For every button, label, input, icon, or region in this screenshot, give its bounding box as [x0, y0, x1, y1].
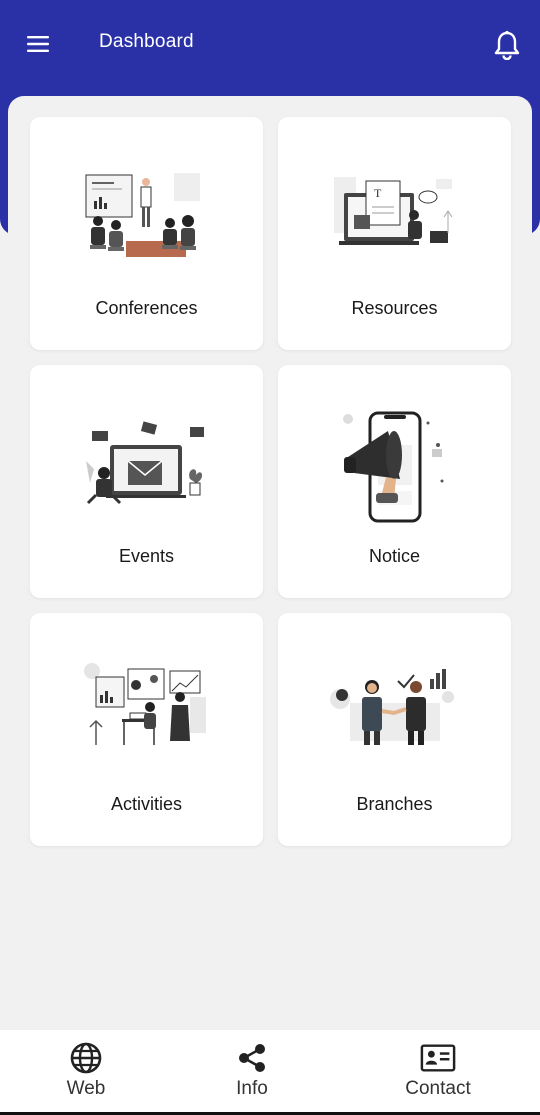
card-events[interactable]: Events — [30, 365, 263, 598]
card-notice[interactable]: Notice — [278, 365, 511, 598]
hamburger-menu-icon[interactable] — [24, 30, 52, 58]
megaphone-phone-illustration — [343, 411, 444, 523]
card-activities[interactable]: Activities — [30, 613, 263, 846]
nav-label-contact: Contact — [405, 1078, 471, 1099]
share-icon — [234, 1042, 270, 1074]
nav-contact[interactable]: Contact — [392, 1030, 484, 1112]
events-illustration — [86, 421, 204, 505]
bottom-navigation: Web Info Contact — [0, 1030, 540, 1115]
card-branches[interactable]: Branches — [278, 613, 511, 846]
card-label-activities: Activities — [110, 794, 182, 814]
header-toolbar: Dashboard — [0, 0, 540, 88]
contact-card-icon — [420, 1042, 456, 1074]
nav-web[interactable]: Web — [52, 1030, 120, 1112]
bell-icon[interactable] — [490, 28, 524, 62]
nav-label-info: Info — [236, 1078, 268, 1099]
nav-label-web: Web — [66, 1078, 106, 1099]
page-title: Dashboard — [99, 31, 194, 52]
card-resources[interactable]: T Resources — [278, 117, 511, 350]
nav-info[interactable]: Info — [220, 1030, 284, 1112]
globe-icon — [68, 1042, 104, 1074]
card-label-branches: Branches — [356, 794, 433, 814]
card-label-conferences: Conferences — [95, 298, 198, 318]
card-label-events: Events — [118, 546, 175, 566]
card-label-notice: Notice — [368, 546, 421, 566]
activities-illustration — [84, 663, 206, 745]
card-conferences[interactable]: Conferences — [30, 117, 263, 350]
svg-text:T: T — [374, 186, 382, 200]
card-label-resources: Resources — [351, 298, 438, 318]
conference-illustration — [85, 173, 200, 257]
handshake-illustration — [330, 669, 454, 745]
resources-illustration: T — [334, 177, 453, 245]
